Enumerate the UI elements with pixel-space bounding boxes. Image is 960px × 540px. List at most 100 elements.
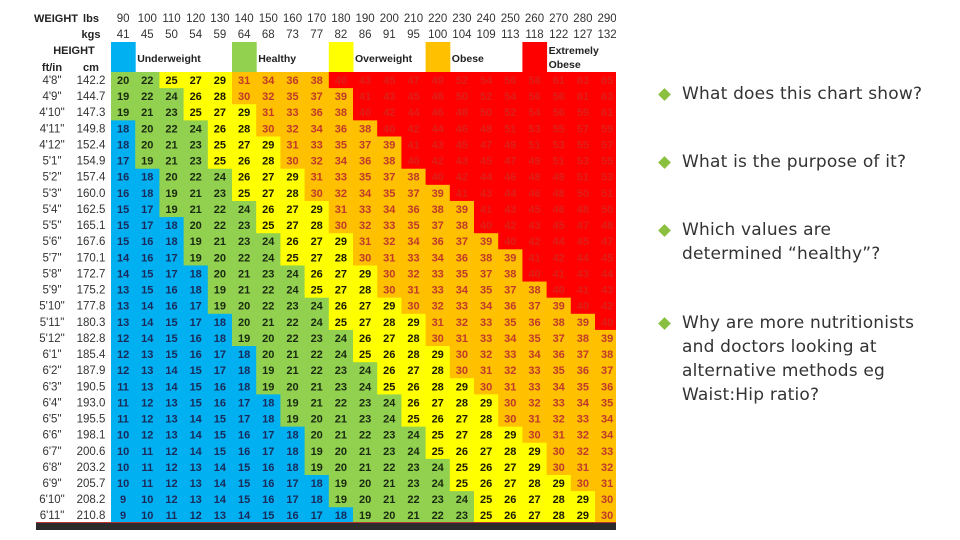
height-ftin: 5'5" — [42, 220, 61, 232]
bmi-value: 13 — [141, 381, 153, 393]
bmi-value: 18 — [262, 414, 274, 426]
bmi-value: 18 — [117, 123, 129, 135]
bullet-item: What is the purpose of it? — [658, 150, 942, 174]
bmi-value: 35 — [286, 91, 298, 103]
bmi-value: 41 — [456, 188, 468, 200]
bmi-value: 18 — [165, 236, 177, 248]
height-cm: 182.8 — [77, 333, 106, 345]
bmi-value: 53 — [577, 156, 589, 168]
bmi-value: 25 — [214, 156, 226, 168]
bmi-value: 12 — [141, 430, 153, 442]
diamond-bullet-icon — [658, 224, 671, 237]
bmi-value: 19 — [262, 365, 274, 377]
bmi-value: 28 — [383, 317, 395, 329]
bmi-value: 28 — [528, 478, 540, 490]
bullet-text: Which values are determined “healthy”? — [682, 220, 881, 264]
kgs-tick: 95 — [407, 29, 420, 41]
bmi-value: 11 — [141, 446, 153, 458]
bmi-value: 39 — [577, 317, 589, 329]
bmi-value: 27 — [214, 107, 226, 119]
bmi-value: 21 — [238, 268, 250, 280]
bmi-value: 22 — [407, 494, 419, 506]
bmi-value: 20 — [214, 268, 226, 280]
height-cm: 203.2 — [77, 462, 106, 474]
bmi-value: 28 — [553, 510, 565, 522]
kgs-tick: 59 — [214, 29, 227, 41]
bmi-value: 29 — [432, 349, 444, 361]
kgs-tick: 109 — [477, 29, 496, 41]
bmi-value: 22 — [238, 252, 250, 264]
bmi-value: 27 — [190, 75, 202, 87]
bmi-value: 32 — [432, 301, 444, 313]
bmi-value: 29 — [407, 317, 419, 329]
bmi-value: 27 — [383, 333, 395, 345]
bmi-value: 17 — [117, 156, 129, 168]
bmi-value: 38 — [553, 317, 565, 329]
bmi-value: 23 — [407, 462, 419, 474]
bmi-value: 36 — [577, 365, 589, 377]
bmi-value: 24 — [311, 301, 324, 313]
bmi-value: 53 — [528, 123, 540, 135]
bmi-value: 36 — [601, 381, 613, 393]
bmi-value: 48 — [480, 123, 492, 135]
bmi-value: 24 — [311, 317, 324, 329]
bmi-value: 14 — [141, 317, 154, 329]
height-ftin: 5'11" — [40, 317, 65, 329]
bmi-value: 18 — [238, 381, 250, 393]
bmi-value: 35 — [335, 139, 347, 151]
bmi-value: 40 — [504, 236, 516, 248]
bmi-value: 36 — [286, 75, 298, 87]
height-cm: 142.2 — [77, 75, 106, 87]
bmi-value: 32 — [311, 156, 323, 168]
bmi-value: 30 — [553, 446, 565, 458]
bmi-value: 32 — [383, 236, 395, 248]
bmi-value: 42 — [432, 156, 444, 168]
bmi-value: 16 — [262, 494, 274, 506]
bmi-value: 33 — [504, 349, 516, 361]
bmi-value: 51 — [504, 123, 516, 135]
bmi-value: 24 — [286, 285, 299, 297]
kgs-tick: 45 — [141, 29, 154, 41]
bmi-value: 31 — [432, 317, 444, 329]
bmi-value: 13 — [117, 301, 129, 313]
bmi-value: 46 — [553, 204, 565, 216]
bmi-value: 43 — [528, 220, 540, 232]
bmi-value: 9 — [120, 510, 126, 522]
bmi-value: 33 — [553, 397, 565, 409]
bmi-value: 33 — [335, 172, 347, 184]
bmi-value: 26 — [286, 236, 298, 248]
bmi-value: 14 — [117, 268, 130, 280]
height-ftin: 5'2" — [42, 172, 61, 184]
bmi-value: 26 — [190, 91, 202, 103]
bmi-value: 17 — [190, 317, 202, 329]
bmi-value: 41 — [553, 268, 565, 280]
bmi-value: 42 — [504, 220, 516, 232]
bmi-value: 13 — [214, 510, 226, 522]
bmi-value: 26 — [432, 414, 444, 426]
bmi-value: 20 — [359, 494, 371, 506]
bmi-value: 34 — [553, 381, 566, 393]
bmi-value: 34 — [456, 285, 469, 297]
bmi-value: 19 — [141, 156, 153, 168]
bmi-value: 44 — [553, 236, 566, 248]
bmi-value: 19 — [238, 333, 250, 345]
bmi-value: 24 — [407, 430, 420, 442]
bmi-value: 23 — [359, 414, 371, 426]
bmi-value: 23 — [190, 139, 202, 151]
height-ftin: 5'7" — [42, 252, 61, 264]
height-cm: 147.3 — [77, 107, 106, 119]
bmi-value: 20 — [335, 462, 347, 474]
bmi-value: 48 — [528, 172, 540, 184]
bmi-value: 13 — [165, 414, 177, 426]
bmi-value: 54 — [504, 91, 517, 103]
bmi-value: 17 — [141, 220, 153, 232]
bmi-value: 14 — [190, 414, 203, 426]
bmi-value: 32 — [528, 397, 540, 409]
lbs-tick: 160 — [283, 13, 302, 25]
bmi-value: 22 — [262, 285, 274, 297]
bmi-value: 25 — [480, 494, 492, 506]
height-ftin: 5'10" — [39, 301, 64, 313]
height-ftin: 5'8" — [42, 268, 61, 280]
bmi-value: 14 — [141, 301, 154, 313]
bmi-value: 12 — [190, 510, 202, 522]
